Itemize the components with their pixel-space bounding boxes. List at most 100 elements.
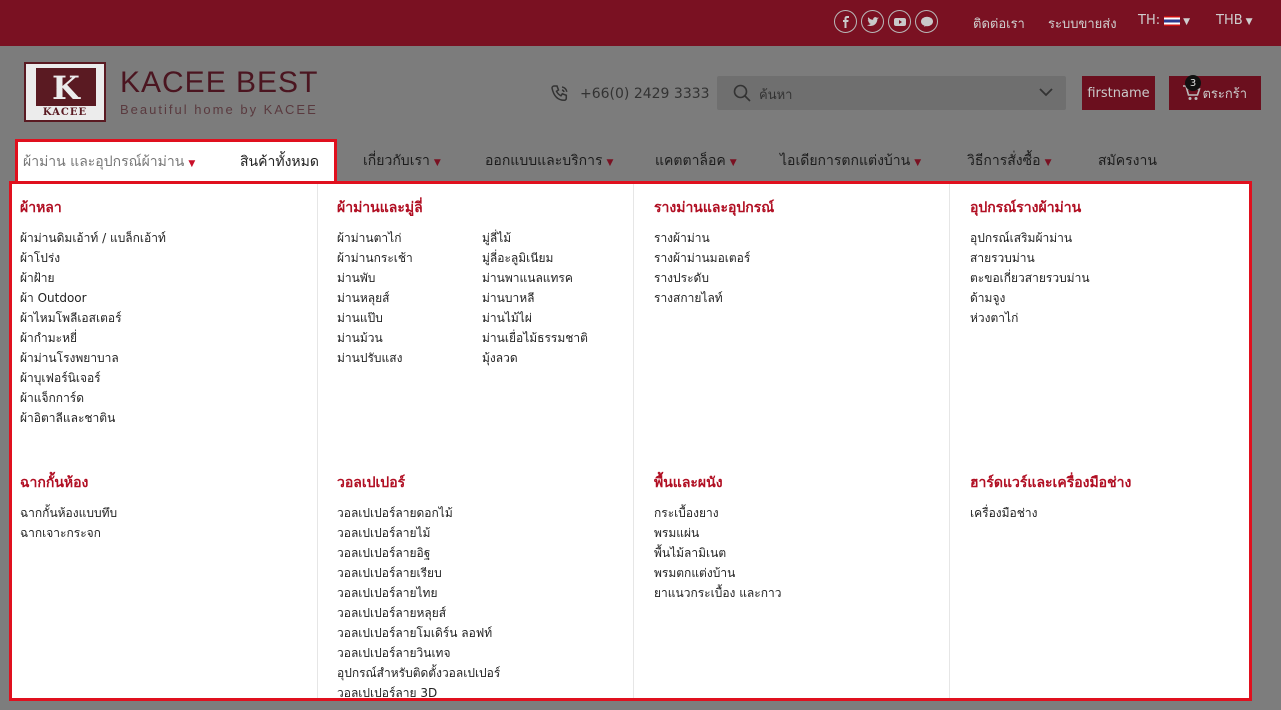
menu-link[interactable]: ม่านเยื่อไม้ธรรมชาติ: [482, 328, 588, 348]
section-title[interactable]: วอลเปเปอร์: [337, 472, 500, 494]
nav-item-curtains[interactable]: ผ้าม่าน และอุปกรณ์ผ้าม่าน ▼: [23, 151, 196, 183]
menu-link[interactable]: วอลเปเปอร์ลายดอกไม้: [337, 503, 500, 523]
menu-link[interactable]: อุปกรณ์เสริมผ้าม่าน: [970, 228, 1090, 248]
menu-link[interactable]: ตะขอเกี่ยวสายรวบม่าน: [970, 268, 1090, 288]
menu-link[interactable]: ม่านปรับแสง: [337, 348, 450, 368]
nav-item-how-to-order[interactable]: วิธีการสั่งซื้อ ▼: [967, 150, 1051, 172]
main-nav: ผ้าม่าน และอุปกรณ์ผ้าม่าน ▼ สินค้าทั้งหมด…: [0, 138, 1281, 183]
menu-link[interactable]: ห่วงตาไก่: [970, 308, 1090, 328]
menu-link[interactable]: วอลเปเปอร์ลายไทย: [337, 583, 500, 603]
menu-link[interactable]: ฉากเจาะกระจก: [20, 523, 117, 543]
menu-link[interactable]: รางประดับ: [654, 268, 774, 288]
menu-link[interactable]: ม่านพาแนลแทรค: [482, 268, 588, 288]
account-label: firstname: [1087, 85, 1150, 101]
search-box[interactable]: ค้นหา: [717, 76, 1066, 110]
twitter-icon[interactable]: [861, 10, 884, 33]
menu-link[interactable]: มู่ลี่ไม้: [482, 228, 588, 248]
menu-link[interactable]: ม่านม้วน: [337, 328, 450, 348]
menu-section-hardware: ฮาร์ดแวร์และเครื่องมือช่าง เครื่องมือช่า…: [970, 472, 1131, 523]
nav-item-about[interactable]: เกี่ยวกับเรา ▼: [363, 150, 441, 172]
menu-link[interactable]: ผ้าฝ้าย: [20, 268, 166, 288]
menu-link[interactable]: วอลเปเปอร์ลายอิฐ: [337, 543, 500, 563]
menu-link[interactable]: ม่านแป๊บ: [337, 308, 450, 328]
menu-link[interactable]: มู่ลี่อะลูมิเนียม: [482, 248, 588, 268]
cart-label: ตระกร้า: [1202, 86, 1247, 102]
nav-item-label: แคตตาล็อค: [655, 153, 726, 169]
menu-link[interactable]: รางสกายไลท์: [654, 288, 774, 308]
menu-link[interactable]: ม่านพับ: [337, 268, 450, 288]
nav-item-all-products[interactable]: สินค้าทั้งหมด: [240, 151, 319, 173]
menu-link[interactable]: ผ้ากำมะหยี่: [20, 328, 166, 348]
account-button[interactable]: firstname: [1082, 76, 1155, 110]
menu-link[interactable]: วอลเปเปอร์ลายเรียบ: [337, 563, 500, 583]
caret-down-icon: ▼: [606, 158, 614, 168]
menu-link[interactable]: ผ้าแจ็กการ์ด: [20, 388, 166, 408]
youtube-icon[interactable]: [888, 10, 911, 33]
caret-down-icon: ▼: [1044, 158, 1052, 168]
line-icon[interactable]: [915, 10, 938, 33]
nav-item-careers[interactable]: สมัครงาน: [1098, 150, 1157, 172]
section-title[interactable]: รางม่านและอุปกรณ์: [654, 197, 774, 219]
language-selector[interactable]: TH: ▼: [1138, 13, 1190, 28]
cart-button[interactable]: 3 ตระกร้า: [1169, 75, 1261, 110]
menu-section-rails: รางม่านและอุปกรณ์ รางผ้าม่าน รางผ้าม่านม…: [654, 197, 774, 308]
caret-down-icon: ▼: [914, 158, 922, 168]
menu-link[interactable]: ผ้าม่านดิมเอ้าท์ / แบล็กเอ้าท์: [20, 228, 166, 248]
menu-link[interactable]: พรมตกแต่งบ้าน: [654, 563, 781, 583]
section-title[interactable]: ผ้าม่านและมู่ลี่: [337, 197, 588, 219]
mega-menu: ผ้าหลา ผ้าม่านดิมเอ้าท์ / แบล็กเอ้าท์ ผ้…: [9, 181, 1252, 701]
menu-link[interactable]: มุ้งลวด: [482, 348, 588, 368]
menu-link[interactable]: รางผ้าม่านมอเตอร์: [654, 248, 774, 268]
menu-link[interactable]: ยาแนวกระเบื้อง และกาว: [654, 583, 781, 603]
currency-selector[interactable]: THB ▼: [1216, 13, 1253, 28]
menu-link[interactable]: วอลเปเปอร์ลายหลุยส์: [337, 603, 500, 623]
menu-link[interactable]: กระเบื้องยาง: [654, 503, 781, 523]
nav-item-design[interactable]: ออกแบบและบริการ ▼: [485, 150, 613, 172]
menu-link[interactable]: ผ้าโปร่ง: [20, 248, 166, 268]
menu-link[interactable]: พรมแผ่น: [654, 523, 781, 543]
nav-item-curtains-active[interactable]: ผ้าม่าน และอุปกรณ์ผ้าม่าน ▼ สินค้าทั้งหมด: [15, 139, 337, 183]
menu-link[interactable]: อุปกรณ์สำหรับติดตั้งวอลเปเปอร์: [337, 663, 500, 683]
social-links: [834, 10, 938, 33]
nav-item-catalog[interactable]: แคตตาล็อค ▼: [655, 150, 737, 172]
section-title[interactable]: ฮาร์ดแวร์และเครื่องมือช่าง: [970, 472, 1131, 494]
menu-link[interactable]: ผ้าบุเฟอร์นิเจอร์: [20, 368, 166, 388]
menu-link[interactable]: พื้นไม้ลามิเนต: [654, 543, 781, 563]
menu-link[interactable]: ผ้า Outdoor: [20, 288, 166, 308]
menu-link[interactable]: วอลเปเปอร์ลาย 3D: [337, 683, 500, 703]
menu-link[interactable]: ฉากกั้นห้องแบบทึบ: [20, 503, 117, 523]
nav-item-ideas[interactable]: ไอเดียการตกแต่งบ้าน ▼: [780, 150, 921, 172]
search-input[interactable]: ค้นหา: [759, 84, 792, 105]
chevron-down-icon[interactable]: [1038, 84, 1054, 100]
facebook-icon[interactable]: [834, 10, 857, 33]
menu-link[interactable]: เครื่องมือช่าง: [970, 503, 1131, 523]
menu-link[interactable]: วอลเปเปอร์ลายไม้: [337, 523, 500, 543]
phone-contact[interactable]: +66(0) 2429 3333: [550, 84, 710, 104]
menu-link[interactable]: วอลเปเปอร์ลายโมเดิร์น ลอฟท์: [337, 623, 500, 643]
section-title[interactable]: อุปกรณ์รางผ้าม่าน: [970, 197, 1090, 219]
logo-text: KACEE: [42, 107, 88, 118]
menu-link[interactable]: ด้ามจูง: [970, 288, 1090, 308]
menu-link[interactable]: ผ้าม่านโรงพยาบาล: [20, 348, 166, 368]
reseller-link[interactable]: ระบบขายส่ง: [1048, 13, 1117, 34]
menu-link[interactable]: รางผ้าม่าน: [654, 228, 774, 248]
menu-link[interactable]: ม่านไม้ไผ่: [482, 308, 588, 328]
contact-link[interactable]: ติดต่อเรา: [973, 13, 1025, 34]
menu-link[interactable]: ผ้าไหมโพลีเอสเตอร์: [20, 308, 166, 328]
menu-link[interactable]: ผ้าม่านตาไก่: [337, 228, 450, 248]
menu-link[interactable]: ผ้าอิตาลีและชาติน: [20, 408, 166, 428]
column-divider: [949, 184, 950, 698]
brand-name[interactable]: KACEE BEST: [120, 66, 318, 100]
section-title[interactable]: ผ้าหลา: [20, 197, 166, 219]
phone-number: +66(0) 2429 3333: [580, 86, 710, 102]
menu-link[interactable]: วอลเปเปอร์ลายวินเทจ: [337, 643, 500, 663]
section-title[interactable]: พื้นและผนัง: [654, 472, 781, 494]
menu-link[interactable]: ม่านหลุยส์: [337, 288, 450, 308]
menu-link[interactable]: ม่านบาหลี: [482, 288, 588, 308]
section-title[interactable]: ฉากกั้นห้อง: [20, 472, 117, 494]
logo[interactable]: KACEE: [24, 62, 106, 122]
menu-link[interactable]: สายรวบม่าน: [970, 248, 1090, 268]
nav-item-label: เกี่ยวกับเรา: [363, 153, 430, 169]
menu-link[interactable]: ผ้าม่านกระเช้า: [337, 248, 450, 268]
menu-section-partitions: ฉากกั้นห้อง ฉากกั้นห้องแบบทึบ ฉากเจาะกระ…: [20, 472, 117, 543]
